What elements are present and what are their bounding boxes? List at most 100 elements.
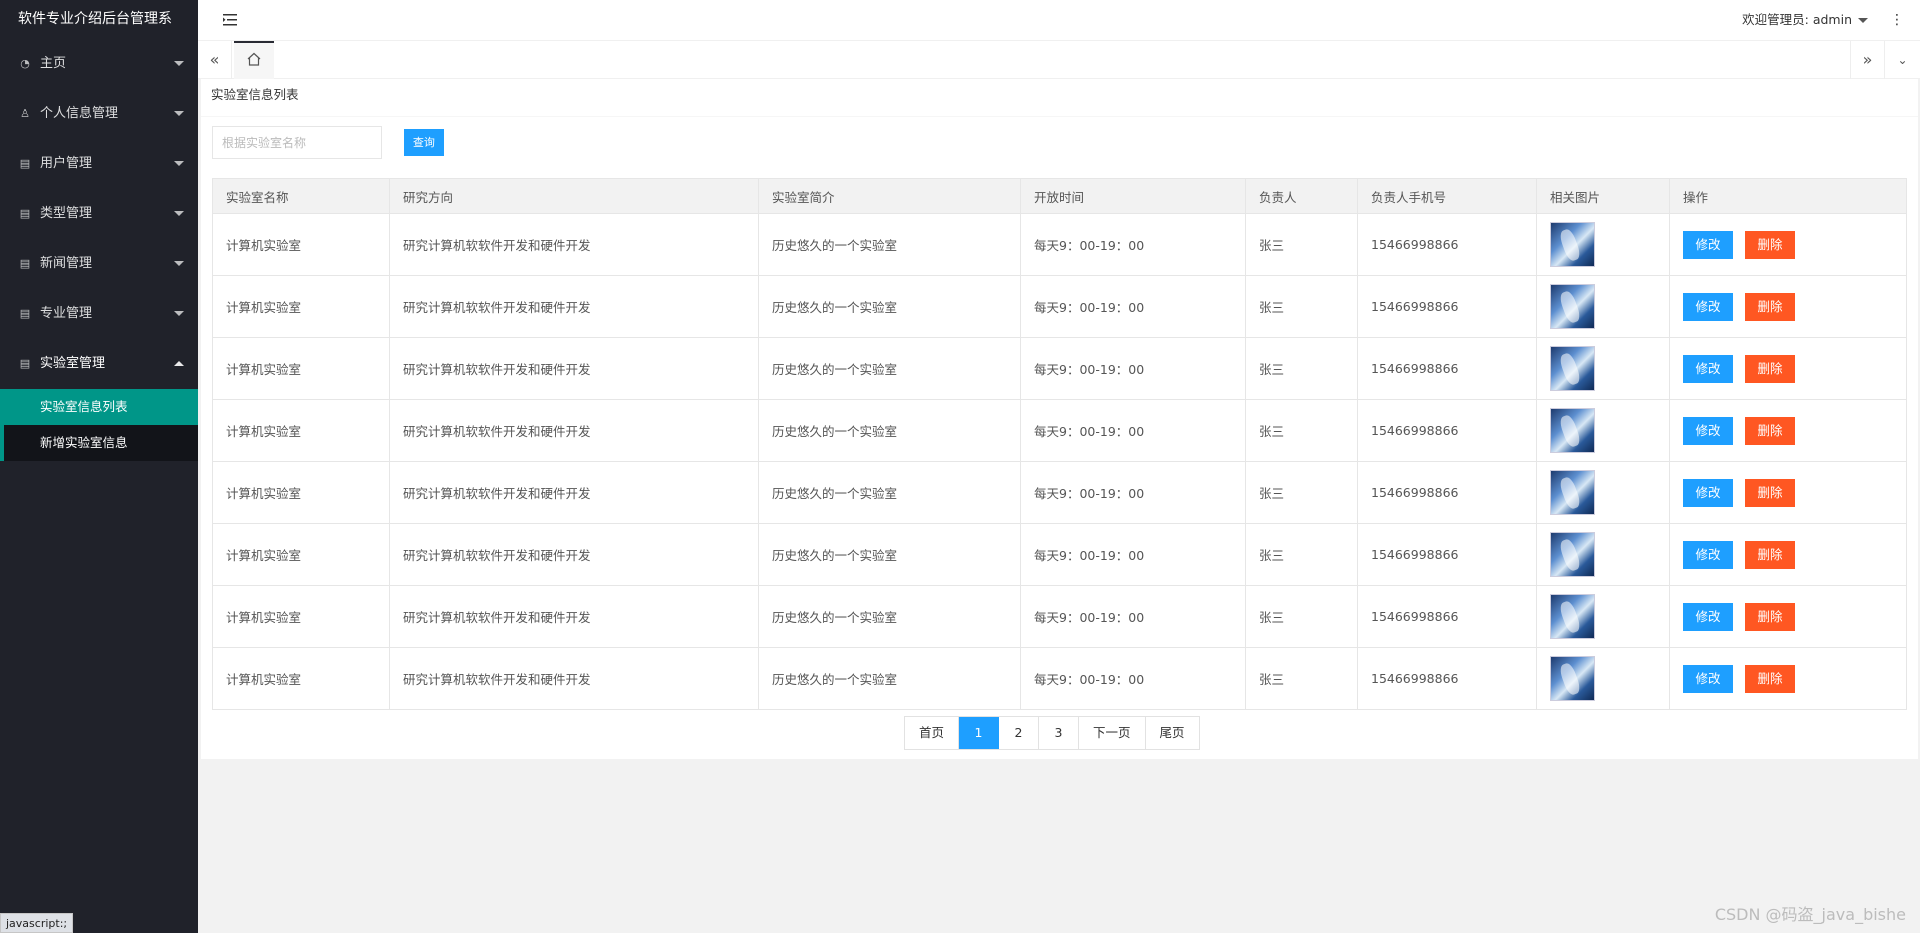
more-vertical-icon[interactable]: ⋮ bbox=[1890, 11, 1904, 29]
lab-thumbnail-image[interactable] bbox=[1550, 656, 1595, 701]
top-header: 欢迎管理员: admin ⋮ bbox=[198, 0, 1920, 41]
edit-button[interactable]: 修改 bbox=[1683, 230, 1733, 259]
sidebar-item-home[interactable]: ◔ 主页 bbox=[0, 39, 198, 89]
column-header: 相关图片 bbox=[1536, 178, 1670, 214]
pagination-first[interactable]: 首页 bbox=[905, 717, 960, 749]
edit-button[interactable]: 修改 bbox=[1683, 602, 1733, 631]
edit-button[interactable]: 修改 bbox=[1683, 540, 1733, 569]
edit-button[interactable]: 修改 bbox=[1683, 478, 1733, 507]
chevron-down-icon bbox=[174, 111, 184, 116]
file-icon: ▤ bbox=[19, 307, 31, 320]
cell-actions: 修改 删除 bbox=[1669, 399, 1907, 462]
cell-lab-name: 计算机实验室 bbox=[212, 585, 390, 648]
lab-thumbnail-image[interactable] bbox=[1550, 470, 1595, 515]
sidebar-item-label: 实验室管理 bbox=[40, 356, 106, 371]
cell-phone: 15466998866 bbox=[1357, 213, 1537, 276]
delete-button[interactable]: 删除 bbox=[1745, 354, 1795, 383]
pagination-next[interactable]: 下一页 bbox=[1079, 717, 1146, 749]
sidebar-item-majors[interactable]: ▤ 专业管理 bbox=[0, 289, 198, 339]
tab-home[interactable] bbox=[234, 41, 274, 79]
cell-direction: 研究计算机软软件开发和硬件开发 bbox=[389, 399, 759, 462]
dashboard-icon: ◔ bbox=[20, 57, 30, 70]
cell-intro: 历史悠久的一个实验室 bbox=[758, 523, 1021, 586]
chevron-down-icon bbox=[174, 161, 184, 166]
cell-actions: 修改 删除 bbox=[1669, 337, 1907, 400]
cell-direction: 研究计算机软软件开发和硬件开发 bbox=[389, 461, 759, 524]
lab-thumbnail-image[interactable] bbox=[1550, 284, 1595, 329]
tabs-scroll-left-icon[interactable]: « bbox=[198, 41, 232, 79]
cell-intro: 历史悠久的一个实验室 bbox=[758, 275, 1021, 338]
delete-button[interactable]: 删除 bbox=[1745, 664, 1795, 693]
column-header: 操作 bbox=[1669, 178, 1907, 214]
pagination-page-current[interactable]: 1 bbox=[959, 717, 1000, 749]
edit-button[interactable]: 修改 bbox=[1683, 416, 1733, 445]
search-button[interactable]: 查询 bbox=[403, 129, 444, 156]
cell-intro: 历史悠久的一个实验室 bbox=[758, 399, 1021, 462]
admin-user-menu[interactable]: 欢迎管理员: admin bbox=[1742, 0, 1868, 39]
cell-actions: 修改 删除 bbox=[1669, 461, 1907, 524]
edit-button[interactable]: 修改 bbox=[1683, 292, 1733, 321]
cell-direction: 研究计算机软软件开发和硬件开发 bbox=[389, 647, 759, 710]
cell-intro: 历史悠久的一个实验室 bbox=[758, 461, 1021, 524]
cell-image bbox=[1536, 461, 1670, 524]
menu-fold-icon[interactable] bbox=[222, 12, 238, 28]
sidebar-item-types[interactable]: ▤ 类型管理 bbox=[0, 189, 198, 239]
cell-owner: 张三 bbox=[1245, 523, 1358, 586]
column-header: 实验室名称 bbox=[212, 178, 390, 214]
search-input[interactable] bbox=[212, 126, 382, 159]
cell-owner: 张三 bbox=[1245, 337, 1358, 400]
pagination-last[interactable]: 尾页 bbox=[1146, 717, 1199, 749]
delete-button[interactable]: 删除 bbox=[1745, 478, 1795, 507]
sidebar-item-users[interactable]: ▤ 用户管理 bbox=[0, 139, 198, 189]
submenu-item-lab-list[interactable]: 实验室信息列表 bbox=[0, 389, 198, 425]
pagination-page[interactable]: 2 bbox=[999, 717, 1040, 749]
delete-button[interactable]: 删除 bbox=[1745, 540, 1795, 569]
delete-button[interactable]: 删除 bbox=[1745, 292, 1795, 321]
home-icon bbox=[247, 52, 261, 66]
delete-button[interactable]: 删除 bbox=[1745, 230, 1795, 259]
sidebar-item-news[interactable]: ▤ 新闻管理 bbox=[0, 239, 198, 289]
sidebar-item-label: 新闻管理 bbox=[40, 256, 93, 271]
cell-open-time: 每天9：00-19：00 bbox=[1020, 337, 1246, 400]
cell-phone: 15466998866 bbox=[1357, 275, 1537, 338]
sidebar-item-labs[interactable]: ▤ 实验室管理 bbox=[0, 339, 198, 389]
chevron-down-icon bbox=[174, 61, 184, 66]
cell-lab-name: 计算机实验室 bbox=[212, 399, 390, 462]
app-logo-title: 软件专业介绍后台管理系 bbox=[18, 11, 172, 27]
user-icon: ♙ bbox=[20, 107, 30, 120]
sidebar-item-profile[interactable]: ♙ 个人信息管理 bbox=[0, 89, 198, 139]
lab-thumbnail-image[interactable] bbox=[1550, 532, 1595, 577]
chevron-down-icon bbox=[1858, 18, 1868, 23]
lab-thumbnail-image[interactable] bbox=[1550, 408, 1595, 453]
admin-label: 欢迎管理员: admin bbox=[1742, 12, 1852, 27]
column-header: 开放时间 bbox=[1020, 178, 1246, 214]
cell-lab-name: 计算机实验室 bbox=[212, 213, 390, 276]
cell-image bbox=[1536, 213, 1670, 276]
column-header: 负责人手机号 bbox=[1357, 178, 1537, 214]
delete-button[interactable]: 删除 bbox=[1745, 416, 1795, 445]
cell-lab-name: 计算机实验室 bbox=[212, 275, 390, 338]
lab-thumbnail-image[interactable] bbox=[1550, 594, 1595, 639]
chevron-down-icon bbox=[174, 261, 184, 266]
cell-image bbox=[1536, 399, 1670, 462]
chevron-up-icon bbox=[174, 361, 184, 366]
cell-phone: 15466998866 bbox=[1357, 647, 1537, 710]
content-card: 实验室信息列表 查询 实验室名称 研究方向 实验室简介 开放时间 负责人 负责人… bbox=[201, 79, 1918, 759]
watermark-text: CSDN @码盗_java_bishe bbox=[1714, 905, 1906, 924]
submenu-item-add-lab[interactable]: 新增实验室信息 bbox=[0, 425, 198, 461]
tabs-options-chevron-down-icon[interactable]: ⌄ bbox=[1884, 41, 1920, 79]
edit-button[interactable]: 修改 bbox=[1683, 354, 1733, 383]
pagination-page[interactable]: 3 bbox=[1039, 717, 1080, 749]
lab-thumbnail-image[interactable] bbox=[1550, 222, 1595, 267]
lab-thumbnail-image[interactable] bbox=[1550, 346, 1595, 391]
table-header-row: 实验室名称 研究方向 实验室简介 开放时间 负责人 负责人手机号 相关图片 操作 bbox=[212, 178, 1907, 214]
cell-actions: 修改 删除 bbox=[1669, 585, 1907, 648]
chevron-down-icon bbox=[174, 211, 184, 216]
cell-owner: 张三 bbox=[1245, 213, 1358, 276]
delete-button[interactable]: 删除 bbox=[1745, 602, 1795, 631]
cell-image bbox=[1536, 647, 1670, 710]
tabs-scroll-right-icon[interactable]: » bbox=[1850, 41, 1884, 79]
edit-button[interactable]: 修改 bbox=[1683, 664, 1733, 693]
table-row: 计算机实验室 研究计算机软软件开发和硬件开发 历史悠久的一个实验室 每天9：00-19… bbox=[212, 275, 1907, 338]
cell-direction: 研究计算机软软件开发和硬件开发 bbox=[389, 337, 759, 400]
